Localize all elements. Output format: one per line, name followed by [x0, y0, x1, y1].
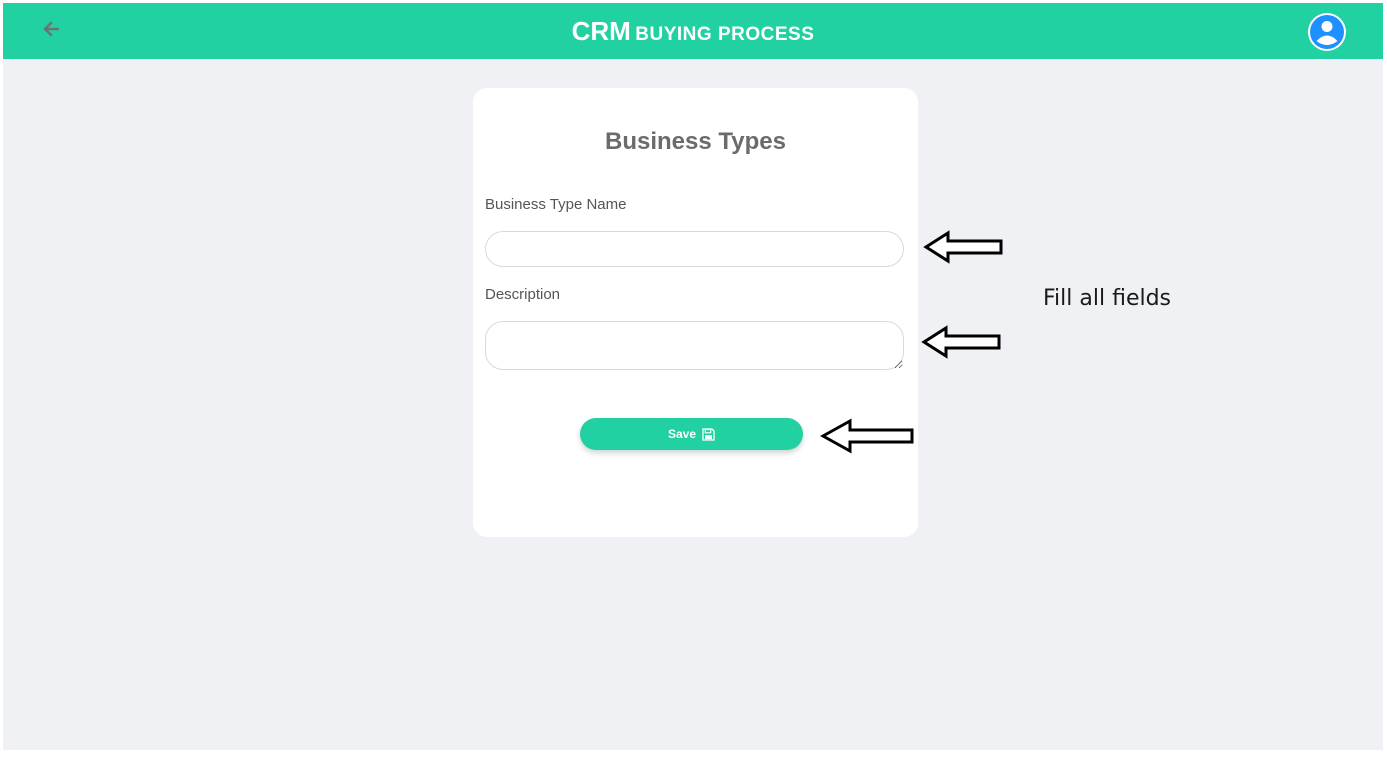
profile-button[interactable] [1308, 13, 1346, 51]
description-label: Description [485, 286, 561, 303]
business-type-name-input[interactable] [485, 231, 904, 267]
app-frame: CRM BUYING PROCESS Business Types Busine… [3, 3, 1383, 750]
left-arrow-outline-icon [820, 418, 914, 454]
top-bar: CRM BUYING PROCESS [3, 3, 1383, 59]
save-label: Save [667, 427, 697, 441]
form-title: Business Types [605, 128, 786, 155]
app-title-sub: BUYING PROCESS [635, 24, 815, 45]
user-circle-icon [1310, 15, 1344, 49]
description-textarea[interactable] [485, 321, 904, 370]
app-title-main: CRM [571, 16, 631, 46]
left-arrow-outline-icon [923, 230, 1003, 264]
save-button[interactable]: Save [580, 418, 803, 450]
fill-all-fields-note: Fill all fields [1043, 286, 1172, 311]
floppy-disk-icon [702, 427, 715, 441]
left-arrow-outline-icon [921, 325, 1001, 359]
business-types-card: Business Types Business Type Name Descri… [473, 88, 918, 537]
business-type-name-label: Business Type Name [485, 196, 627, 213]
app-title: CRM BUYING PROCESS [3, 16, 1383, 47]
